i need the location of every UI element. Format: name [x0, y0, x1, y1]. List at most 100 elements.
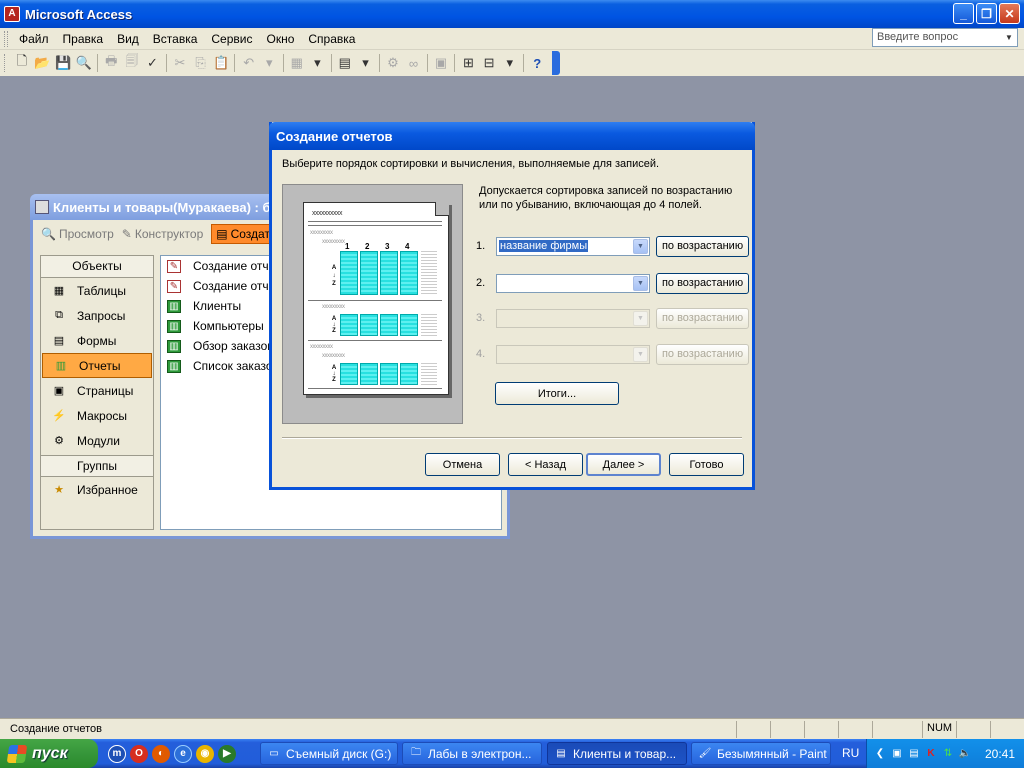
sort-field-1-select[interactable]: название фирмы ▼ [496, 236, 650, 256]
antivirus-icon[interactable]: K [924, 747, 938, 761]
chevron-down-icon[interactable]: ▼ [633, 275, 648, 291]
winamp-icon[interactable]: ◉ [196, 744, 214, 763]
minimize-button[interactable]: _ [953, 3, 974, 24]
task-removable-drive[interactable]: ▭ Съемный диск (G:) [260, 742, 398, 765]
menu-window[interactable]: Окно [259, 32, 301, 46]
network-icon[interactable]: ▣ [890, 747, 904, 761]
sort-order-4-button[interactable]: по возрастанию [656, 343, 749, 365]
toolbar-options-icon[interactable] [551, 51, 560, 75]
objects-header[interactable]: Объекты [41, 256, 153, 278]
object-pages[interactable]: ▣ Страницы [41, 378, 153, 403]
menu-insert[interactable]: Вставка [146, 32, 205, 46]
task-access[interactable]: ▤ Клиенты и товар... [547, 742, 687, 765]
objects-pane: Объекты ▦ Таблицы ⧉ Запросы ▤ Формы ▥ От… [40, 255, 154, 530]
language-indicator[interactable]: RU [842, 746, 859, 760]
cut-icon[interactable]: ✂ [171, 52, 190, 74]
office-links-icon[interactable]: ▦ [287, 52, 306, 74]
wizard-icon: ✎ [167, 279, 181, 293]
drive-icon: ▭ [269, 748, 279, 759]
start-button[interactable]: пуск [0, 739, 98, 768]
status-indicator [990, 721, 1024, 738]
spelling-icon[interactable]: ✓ [143, 52, 162, 74]
analyze-icon[interactable]: ▤ [336, 52, 355, 74]
cancel-button[interactable]: Отмена [425, 453, 500, 476]
menu-edit[interactable]: Правка [56, 32, 111, 46]
object-reports[interactable]: ▥ Отчеты [42, 353, 152, 378]
sort-field-3-select[interactable]: ▼ [496, 308, 650, 328]
object-tables[interactable]: ▦ Таблицы [41, 278, 153, 303]
code-icon[interactable]: ⚙ [384, 52, 403, 74]
toolbar-separator [165, 54, 167, 72]
new-object-icon[interactable]: ⊟ [480, 52, 499, 74]
group-favorites[interactable]: ★ Избранное [41, 477, 153, 502]
access-icon: ▤ [556, 748, 566, 759]
menu-tools[interactable]: Сервис [204, 32, 259, 46]
sort-order-1-button[interactable]: по возрастанию [656, 235, 749, 257]
object-forms[interactable]: ▤ Формы [41, 328, 153, 353]
opera-icon[interactable]: O [130, 744, 148, 763]
chevron-down-icon[interactable]: ▼ [633, 310, 648, 326]
tray-expand-icon[interactable]: ❮ [873, 747, 887, 761]
object-macros[interactable]: ⚡ Макросы [41, 403, 153, 428]
report-wizard-title: Создание отчетов [276, 128, 393, 144]
task-labs-folder[interactable]: 🗀 Лабы в электрон... [402, 742, 542, 765]
menu-help[interactable]: Справка [301, 32, 362, 46]
paste-icon[interactable]: 📋 [212, 52, 231, 74]
preview-button[interactable]: 🔍 Просмотр [41, 227, 114, 241]
display-icon[interactable]: ▤ [907, 747, 921, 761]
undo-icon[interactable]: ↶ [239, 52, 258, 74]
sort-field-4-select[interactable]: ▼ [496, 344, 650, 364]
print-preview-icon[interactable]: 🗐 [123, 52, 142, 74]
menu-view[interactable]: Вид [110, 32, 146, 46]
chevron-down-icon[interactable]: ▼ [1002, 30, 1016, 45]
totals-button[interactable]: Итоги... [495, 382, 619, 405]
close-button[interactable]: ✕ [999, 3, 1020, 24]
open-icon[interactable]: 📂 [33, 52, 52, 74]
groups-header[interactable]: Группы [41, 455, 153, 477]
toolbar-grip[interactable] [4, 54, 8, 72]
office-links-dropdown-icon[interactable]: ▾ [308, 52, 327, 74]
design-button[interactable]: ✎ Конструктор [122, 227, 203, 241]
media-player-icon[interactable]: ▶ [218, 744, 236, 763]
object-modules[interactable]: ⚙ Модули [41, 428, 153, 453]
next-button[interactable]: Далее > [586, 453, 661, 476]
folder-icon: 🗀 [411, 747, 421, 758]
access-app-icon[interactable]: A [4, 6, 20, 22]
restore-button[interactable]: ❐ [976, 3, 997, 24]
script-icon[interactable]: ∞ [404, 52, 423, 74]
copy-icon[interactable]: ⎘ [191, 52, 210, 74]
print-icon[interactable]: 🖶 [102, 52, 121, 74]
media-icon[interactable]: ◐ [152, 744, 170, 763]
volume-icon[interactable]: 🔈 [958, 747, 972, 761]
menu-file[interactable]: Файл [12, 32, 56, 46]
relationships-icon[interactable]: ⊞ [459, 52, 478, 74]
file-search-icon[interactable]: 🔍 [74, 52, 93, 74]
undo-dropdown-icon[interactable]: ▾ [260, 52, 279, 74]
chevron-down-icon[interactable]: ▼ [633, 238, 648, 254]
save-icon[interactable]: 💾 [54, 52, 73, 74]
chevron-down-icon[interactable]: ▼ [633, 346, 648, 362]
help-question-input[interactable]: Введите вопрос ▼ [872, 28, 1018, 47]
report-wizard-title-bar[interactable]: Создание отчетов [269, 122, 755, 150]
menu-grip[interactable] [4, 30, 8, 47]
messenger-icon[interactable]: m [108, 744, 126, 763]
analyze-dropdown-icon[interactable]: ▾ [356, 52, 375, 74]
wizard-icon: ✎ [167, 259, 181, 273]
preview-rule [308, 221, 442, 222]
properties-icon[interactable]: ▣ [432, 52, 451, 74]
sort-info-text: Допускается сортировка записей по возрас… [479, 185, 733, 211]
new-object-dropdown-icon[interactable]: ▾ [500, 52, 519, 74]
back-button[interactable]: < Назад [508, 453, 583, 476]
task-paint[interactable]: 🖌 Безымянный - Paint [691, 742, 831, 765]
sort-order-3-button[interactable]: по возрастанию [656, 307, 749, 329]
sort-order-2-button[interactable]: по возрастанию [656, 272, 749, 294]
help-icon[interactable]: ? [528, 52, 547, 74]
new-icon[interactable]: 🗋 [13, 52, 32, 74]
object-queries[interactable]: ⧉ Запросы [41, 303, 153, 328]
internet-explorer-icon[interactable]: e [174, 744, 192, 763]
safely-remove-icon[interactable]: ⇅ [941, 747, 955, 761]
quick-launch: m O ◐ e ◉ ▶ [108, 744, 236, 763]
sort-field-2-select[interactable]: ▼ [496, 273, 650, 293]
finish-button[interactable]: Готово [669, 453, 744, 476]
database-icon [35, 200, 49, 214]
